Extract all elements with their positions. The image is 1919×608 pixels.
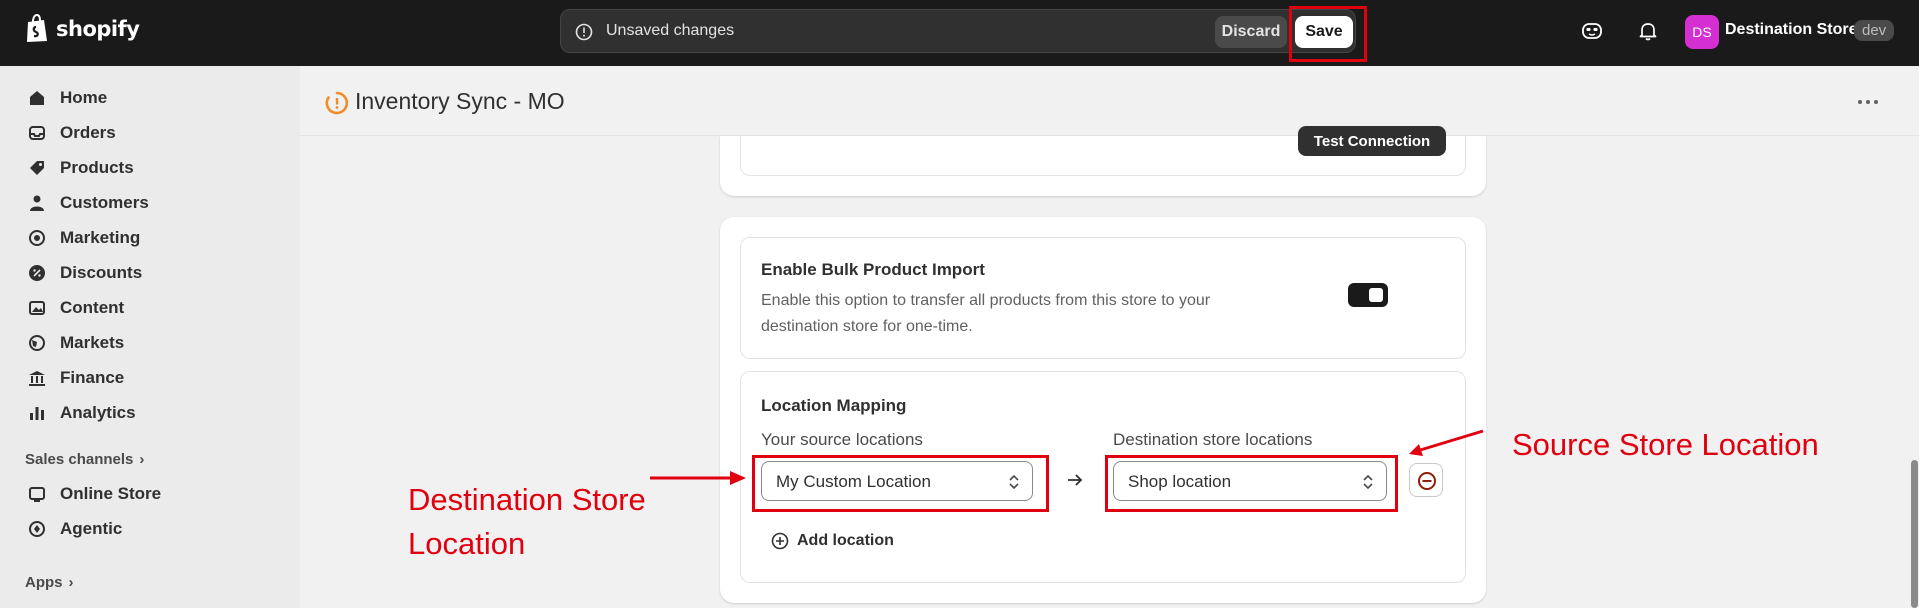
discount-icon: [29, 265, 45, 281]
add-location-label: Add location: [797, 532, 894, 549]
globe-icon: [29, 335, 45, 351]
more-horizontal-icon[interactable]: [1856, 96, 1880, 108]
sidebar-item-content[interactable]: Content: [28, 298, 124, 318]
location-mapping-title: Location Mapping: [761, 396, 907, 415]
sidebar-item-label: Discounts: [60, 263, 143, 282]
bulk-import-title: Enable Bulk Product Import: [761, 260, 985, 279]
shopify-logo[interactable]: shopify: [24, 14, 140, 44]
sidebar-item-label: Finance: [60, 368, 125, 387]
agent-icon: [29, 521, 45, 537]
inbox-icon: [29, 126, 45, 140]
sidebar-item-label: Online Store: [60, 484, 162, 503]
bar-chart-icon: [30, 407, 44, 420]
destination-locations-label: Destination store locations: [1113, 430, 1313, 449]
source-locations-label: Your source locations: [761, 430, 923, 449]
image-icon: [29, 301, 45, 315]
sales-channels-label: Sales channels: [25, 451, 134, 468]
store-avatar[interactable]: DS: [1685, 15, 1719, 49]
dev-badge: dev: [1854, 20, 1895, 41]
sidebar-item-marketing[interactable]: Marketing: [28, 228, 140, 248]
shopify-bag-icon: [27, 14, 47, 42]
sidebar-item-label: Analytics: [60, 403, 136, 422]
connection-card-inner: Test Connection: [740, 126, 1466, 176]
apps-label: Apps: [25, 574, 63, 591]
store-name[interactable]: Destination Store: [1725, 21, 1857, 39]
sidebar-item-analytics[interactable]: Analytics: [28, 403, 136, 423]
scrollbar-thumb[interactable]: [1911, 460, 1918, 608]
sidebar-item-customers[interactable]: Customers: [28, 193, 149, 213]
bell-icon[interactable]: [1636, 19, 1660, 43]
sidebar-item-label: Products: [60, 158, 134, 177]
top-bar: shopify Unsaved changes Discard Save DS …: [0, 0, 1919, 66]
sidebar-item-home[interactable]: Home: [28, 88, 107, 108]
chevron-right-icon: ›: [139, 451, 145, 468]
sidebar-item-label: Orders: [60, 123, 116, 142]
add-location-button[interactable]: Add location: [771, 532, 894, 550]
target-icon: [29, 230, 45, 246]
toggle-knob: [1369, 288, 1383, 302]
annotation-arrow-right: [1409, 429, 1484, 456]
contextual-save-bar: Unsaved changes Discard Save: [560, 9, 1356, 53]
unsaved-changes-text: Unsaved changes: [606, 22, 735, 39]
minus-circle-icon: [1418, 472, 1436, 490]
store-icon: [29, 487, 45, 502]
app-logo-icon: [325, 91, 349, 115]
sidebar-item-finance[interactable]: Finance: [28, 368, 124, 388]
discard-button[interactable]: Discard: [1215, 16, 1287, 48]
sidebar-item-discounts[interactable]: Discounts: [28, 263, 142, 283]
sales-channels-section[interactable]: Sales channels ›: [25, 451, 144, 468]
sidebar-item-label: Home: [60, 88, 108, 107]
sidebar-item-label: Markets: [60, 333, 125, 352]
tag-icon: [30, 161, 44, 175]
source-select-highlight-box: [752, 455, 1049, 512]
sidebar-item-label: Content: [60, 298, 125, 317]
page-title: Inventory Sync - MO: [355, 88, 565, 114]
connection-card: Test Connection: [720, 126, 1486, 196]
test-connection-button[interactable]: Test Connection: [1298, 126, 1446, 156]
sidebar-item-orders[interactable]: Orders: [28, 123, 116, 143]
chevron-right-icon: ›: [68, 574, 74, 591]
sidebar-item-agentic[interactable]: Agentic: [28, 519, 122, 539]
person-icon: [30, 195, 44, 211]
bulk-import-description: Enable this option to transfer all produ…: [761, 292, 1211, 335]
bank-icon: [29, 371, 45, 386]
bulk-import-toggle[interactable]: [1348, 283, 1388, 307]
sidebar-item-online-store[interactable]: Online Store: [28, 484, 161, 504]
brand-name: shopify: [56, 17, 140, 41]
annotation-line-1: Destination Store: [408, 482, 646, 517]
sidebar-item-products[interactable]: Products: [28, 158, 134, 178]
sidebar-item-label: Customers: [60, 193, 149, 212]
sidebar-item-markets[interactable]: Markets: [28, 333, 124, 353]
apps-section[interactable]: Apps ›: [25, 574, 74, 591]
alert-icon: [575, 23, 593, 41]
plus-circle-icon: [771, 532, 789, 550]
remove-location-button[interactable]: [1409, 463, 1443, 497]
bulk-import-section: Enable Bulk Product Import Enable this o…: [740, 237, 1466, 359]
save-highlight-box: [1289, 6, 1367, 62]
annotation-destination-store-location: Destination Store Location: [408, 478, 646, 566]
destination-select-highlight-box: [1105, 455, 1398, 512]
annotation-line-2: Location: [408, 526, 526, 561]
sidekick-icon[interactable]: [1580, 19, 1604, 43]
app-header: Inventory Sync - MO: [300, 66, 1919, 136]
sidebar-item-label: Agentic: [60, 519, 123, 538]
sidebar-item-label: Marketing: [60, 228, 141, 247]
arrow-right-icon: [1068, 474, 1083, 486]
settings-card: Enable Bulk Product Import Enable this o…: [720, 217, 1486, 603]
annotation-source-store-location: Source Store Location: [1512, 427, 1819, 462]
home-icon: [30, 91, 44, 105]
annotation-arrow-left: [650, 471, 746, 485]
sidebar: Home Orders Products Customers Marketing…: [0, 66, 300, 608]
